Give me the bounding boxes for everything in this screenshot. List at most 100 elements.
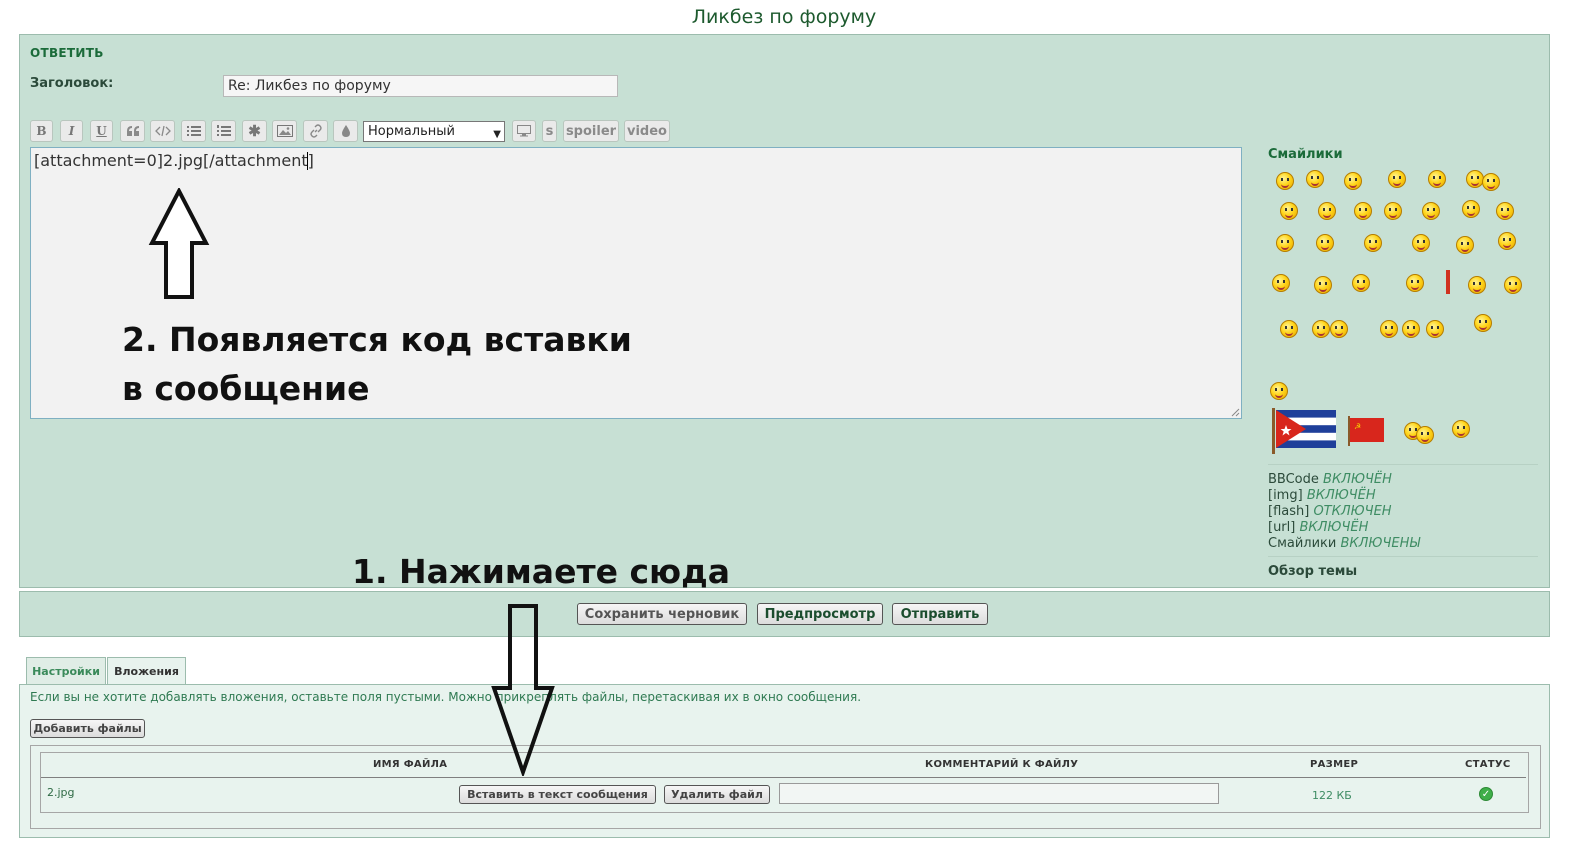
smiley-icon[interactable] (1364, 234, 1382, 252)
arrow-down-annotation-icon (491, 604, 555, 776)
submit-button[interactable]: Отправить (892, 603, 988, 625)
chevron-down-icon: ▼ (493, 129, 501, 140)
preview-button[interactable]: Предпросмотр (757, 603, 883, 625)
smiley-icon[interactable] (1316, 234, 1334, 252)
underline-button[interactable]: U (90, 120, 113, 142)
color-button[interactable] (333, 120, 358, 142)
column-header-comment: КОММЕНТАРИЙ К ФАЙЛУ (925, 759, 1079, 770)
smiley-icon[interactable] (1498, 232, 1516, 250)
smiley-icon[interactable] (1280, 320, 1298, 338)
smiley-icon[interactable] (1352, 274, 1370, 292)
bbcode-status: BBCode ВКЛЮЧЁН (1268, 472, 1392, 487)
svg-text:☭: ☭ (1354, 422, 1361, 431)
save-draft-button[interactable]: Сохранить черновик (577, 603, 747, 625)
smiley-icon[interactable] (1314, 276, 1332, 294)
divider (1268, 556, 1538, 557)
smilies-status: Смайлики ВКЛЮЧЕНЫ (1268, 536, 1420, 551)
column-header-filename: ИМЯ ФАЙЛА (373, 759, 448, 770)
smiley-icon[interactable] (1276, 172, 1294, 190)
smiley-icon[interactable] (1384, 202, 1402, 220)
smiley-icon[interactable] (1462, 200, 1480, 218)
smiley-icon[interactable] (1318, 202, 1336, 220)
attachments-hint: Если вы не хотите добавлять вложения, ос… (30, 690, 862, 704)
smiley-icon[interactable] (1468, 276, 1486, 294)
spoiler-button[interactable]: spoiler (563, 120, 619, 142)
font-size-select[interactable]: Нормальный ▼ (363, 121, 505, 142)
video-button[interactable]: video (624, 120, 670, 142)
list-item-button[interactable]: ✱ (242, 120, 267, 142)
quote-icon (126, 126, 139, 136)
smiley-icon[interactable] (1354, 202, 1372, 220)
italic-button[interactable]: I (60, 120, 83, 142)
add-files-button[interactable]: Добавить файлы (30, 719, 145, 738)
annotation-step2-line2: в сообщение (122, 369, 370, 408)
link-button[interactable] (303, 120, 328, 142)
smiley-icon[interactable] (1496, 202, 1514, 220)
smiley-icon[interactable] (1412, 234, 1430, 252)
smiley-icon[interactable] (1272, 274, 1290, 292)
smiley-icon[interactable] (1388, 170, 1406, 188)
smiley-icon[interactable] (1474, 314, 1492, 332)
tab-settings[interactable]: Настройки (26, 657, 106, 684)
resize-handle-icon[interactable] (1230, 407, 1240, 417)
smiley-icon[interactable] (1270, 382, 1288, 400)
smiley-icon[interactable] (1452, 420, 1470, 438)
smiley-icon[interactable] (1422, 202, 1440, 220)
image-button[interactable] (272, 120, 297, 142)
bold-button[interactable]: B (30, 120, 53, 142)
smiley-icon[interactable] (1380, 320, 1398, 338)
link-icon (309, 124, 322, 138)
smiley-icon[interactable] (1402, 320, 1420, 338)
monitor-button[interactable] (512, 120, 536, 142)
page-title: Ликбез по форуму (691, 6, 877, 28)
numbered-list-icon (216, 125, 231, 136)
smilies-heading: Смайлики (1268, 147, 1343, 162)
reply-heading: ОТВЕТИТЬ (30, 46, 104, 60)
file-name: 2.jpg (47, 786, 75, 799)
file-comment-input[interactable] (779, 783, 1219, 804)
smiley-icon[interactable] (1504, 276, 1522, 294)
column-header-size: РАЗМЕР (1310, 759, 1359, 770)
success-check-icon: ✓ (1479, 787, 1493, 801)
smiley-icon[interactable] (1312, 320, 1330, 338)
ussr-flag-icon[interactable]: ☭ (1348, 416, 1386, 446)
smiley-icon[interactable] (1280, 202, 1298, 220)
quote-button[interactable] (120, 120, 145, 142)
divider (1268, 464, 1538, 465)
smiley-icon[interactable] (1426, 320, 1444, 338)
smilies-grid: ☭ (1266, 164, 1536, 464)
smiley-icon[interactable] (1330, 320, 1348, 338)
image-icon (276, 125, 293, 137)
smiley-icon[interactable] (1428, 170, 1446, 188)
tab-attachments[interactable]: Вложения (107, 657, 186, 685)
text-caret (307, 152, 308, 170)
topic-review-link[interactable]: Обзор темы (1268, 564, 1357, 579)
smiley-icon[interactable] (1276, 234, 1294, 252)
delete-file-button[interactable]: Удалить файл (664, 785, 770, 804)
subject-input[interactable] (223, 75, 618, 97)
strike-button[interactable]: s (542, 120, 557, 142)
smiley-icon[interactable] (1482, 173, 1500, 191)
subject-label: Заголовок: (30, 76, 114, 91)
smiley-icon[interactable] (1416, 426, 1434, 444)
column-header-status: СТАТУС (1465, 759, 1511, 770)
code-icon (154, 125, 171, 137)
smiley-icon[interactable] (1306, 170, 1324, 188)
insert-into-message-button[interactable]: Вставить в текст сообщения (459, 785, 656, 804)
numbered-list-button[interactable] (211, 120, 236, 142)
annotation-step2-line1: 2. Появляется код вставки (122, 320, 632, 359)
smiley-icon[interactable] (1344, 172, 1362, 190)
message-text: [attachment=0]2.jpg[/attachment] (34, 151, 314, 170)
asterisk-icon: ✱ (248, 122, 261, 140)
file-size: 122 КБ (1312, 789, 1352, 802)
img-status: [img] ВКЛЮЧЁН (1268, 488, 1376, 503)
cuba-flag-icon[interactable] (1272, 408, 1338, 454)
font-size-value: Нормальный (368, 124, 455, 139)
code-button[interactable] (150, 120, 175, 142)
smiley-icon[interactable] (1406, 274, 1424, 292)
smiley-icon[interactable] (1446, 270, 1450, 294)
smiley-icon[interactable] (1456, 236, 1474, 254)
drop-icon (341, 125, 350, 137)
arrow-up-annotation-icon (148, 188, 210, 299)
list-button[interactable] (181, 120, 206, 142)
